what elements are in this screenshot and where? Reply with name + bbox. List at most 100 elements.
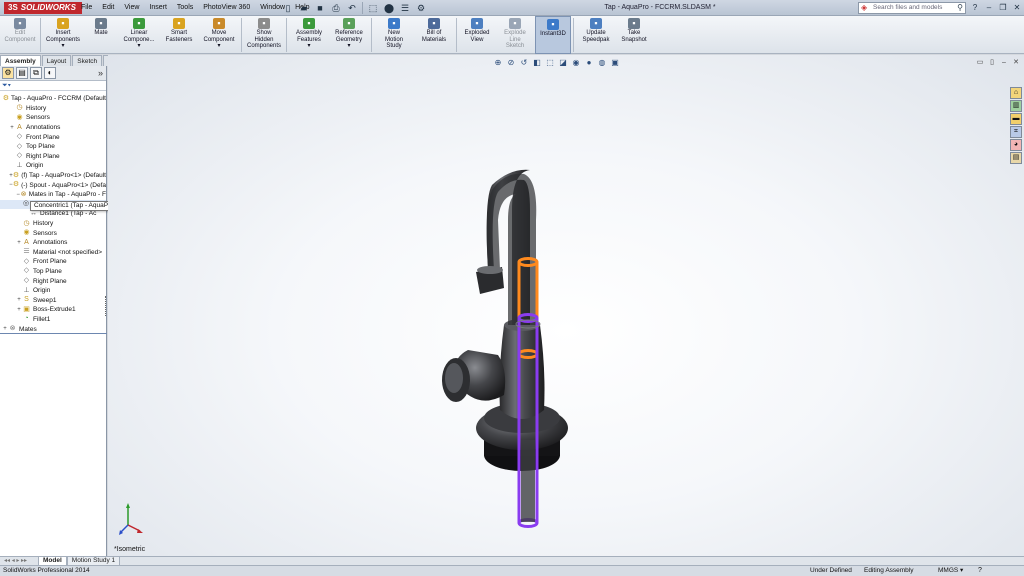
- undo-icon[interactable]: ↶: [346, 2, 358, 14]
- file-properties-icon[interactable]: ☰: [399, 2, 411, 14]
- minimize-button[interactable]: –: [984, 2, 994, 13]
- bill-of-materials-button[interactable]: ▪ Bill of Materials: [414, 16, 454, 54]
- print-icon[interactable]: ⎙: [330, 2, 342, 14]
- tree-item[interactable]: ⊥ Origin: [0, 286, 106, 296]
- tree-item[interactable]: ☰ Material <not specified>: [0, 248, 106, 258]
- display-style-icon[interactable]: ◪: [558, 58, 568, 68]
- feature-manager-tab-icon[interactable]: ⚙: [2, 67, 14, 79]
- tree-item[interactable]: ◉ Sensors: [0, 113, 106, 123]
- mate-button[interactable]: ▪ Mate: [83, 16, 119, 54]
- property-manager-tab-icon[interactable]: ▤: [16, 67, 28, 79]
- close-button[interactable]: ✕: [1012, 2, 1022, 13]
- insert-components-button[interactable]: ▪ Insert Components ▾: [43, 16, 83, 54]
- menu-bar: File Edit View Insert Tools PhotoView 360 Wind…: [76, 0, 315, 16]
- move-component-button[interactable]: ▪ Move Component ▾: [199, 16, 239, 54]
- bottom-tabs: ◂◂ ◂ ▸ ▸▸ Model Motion Study 1: [0, 556, 1024, 566]
- menu-photoview-360[interactable]: PhotoView 360: [198, 0, 255, 16]
- tree-item[interactable]: − ⊗ Mates in Tap - AquaPro - F: [0, 190, 106, 200]
- tree-item[interactable]: + Ѕ Sweep1: [0, 295, 106, 305]
- take-snapshot-button[interactable]: ▪ Take Snapshot: [616, 16, 652, 54]
- units-selector[interactable]: MMGS ▾: [938, 566, 963, 576]
- tree-item[interactable]: ◇ Right Plane: [0, 276, 106, 286]
- search-input[interactable]: ◈ Search files and models ⚲: [858, 2, 966, 14]
- update-speedpak-button[interactable]: ▪ Update Speedpak: [576, 16, 616, 54]
- tree-item[interactable]: ◇ Right Plane: [0, 152, 106, 162]
- menu-file[interactable]: File: [76, 0, 97, 16]
- menu-edit[interactable]: Edit: [97, 0, 119, 16]
- tree-item[interactable]: + ▣ Boss-Extrude1: [0, 305, 106, 315]
- tree-item[interactable]: + A Annotations: [0, 238, 106, 248]
- tree-item[interactable]: ⊥ Origin: [0, 161, 106, 171]
- solidworks-resources-icon[interactable]: ⌂: [1010, 87, 1022, 99]
- previous-view-icon[interactable]: ↺: [519, 58, 529, 68]
- linear-component-button[interactable]: ▪ Linear Compone... ▾: [119, 16, 159, 54]
- tree-item[interactable]: ◇ Top Plane: [0, 267, 106, 277]
- save-icon[interactable]: ■: [314, 2, 326, 14]
- solidworks-logo[interactable]: 3S SOLIDWORKS: [4, 2, 82, 14]
- tree-item[interactable]: ◇ Top Plane: [0, 142, 106, 152]
- tree-item[interactable]: ◇ Front Plane: [0, 132, 106, 142]
- new-motion-study-button[interactable]: ▪ New Motion Study: [374, 16, 414, 54]
- menu-insert[interactable]: Insert: [144, 0, 172, 16]
- assembly-features-button[interactable]: ▪ Assembly Features ▾: [289, 16, 329, 54]
- tab-assembly[interactable]: Assembly: [0, 55, 41, 66]
- tab-layout[interactable]: Layout: [41, 55, 72, 66]
- display-manager-tab-icon[interactable]: ◐: [44, 67, 56, 79]
- apply-scene-icon[interactable]: ◍: [597, 58, 607, 68]
- graphics-area[interactable]: ⊕ ⊘ ↺ ◧ ⬚ ◪ ◉ ● ◍ ▣ ▭ ▯ – ✕ ⌂ ▥ ▬ ⌗ ◕ ▤: [108, 55, 1024, 556]
- options-icon[interactable]: ⚙: [415, 2, 427, 14]
- view-palette-icon[interactable]: ⌗: [1010, 126, 1022, 138]
- tree-item[interactable]: ◔ Fillet1: [0, 315, 106, 325]
- open-folder-icon[interactable]: ▰: [298, 2, 310, 14]
- search-icon[interactable]: ⚲: [957, 3, 963, 13]
- custom-properties-icon[interactable]: ▤: [1010, 152, 1022, 164]
- restore-button[interactable]: ❐: [998, 2, 1008, 13]
- smart-fasteners-button[interactable]: ▪ Smart Fasteners: [159, 16, 199, 54]
- exploded-view-button[interactable]: ▪ Exploded View: [459, 16, 495, 54]
- viewport-close-icon[interactable]: ✕: [1012, 59, 1020, 67]
- reference-geometry-button[interactable]: ▪ Reference Geometry ▾: [329, 16, 369, 54]
- view-orientation-icon[interactable]: ⬚: [545, 58, 555, 68]
- view-settings-icon[interactable]: ▣: [610, 58, 620, 68]
- annotations-icon: A: [24, 238, 29, 246]
- viewport-tile-icon[interactable]: ▯: [988, 59, 996, 67]
- tab-scroll-arrows[interactable]: ◂◂ ◂ ▸ ▸▸: [4, 557, 38, 565]
- tree-item[interactable]: + ⚙ (f) Tap - AquaPro<1> (Default: [0, 171, 106, 181]
- zoom-to-area-icon[interactable]: ⊘: [506, 58, 516, 68]
- design-library-icon[interactable]: ▥: [1010, 100, 1022, 112]
- tree-item[interactable]: ◷ History: [0, 104, 106, 114]
- tree-item[interactable]: ◷ History: [0, 219, 106, 229]
- plane-icon: ◇: [23, 277, 30, 285]
- tree-item[interactable]: + A Annotations: [0, 123, 106, 133]
- tree-item[interactable]: ◉ Sensors: [0, 228, 106, 238]
- panel-splitter[interactable]: [0, 333, 107, 334]
- menu-view[interactable]: View: [119, 0, 144, 16]
- tap-spout-arc: [486, 173, 537, 325]
- edit-component-button[interactable]: ▪ Edit Component: [2, 16, 38, 54]
- zoom-to-fit-icon[interactable]: ⊕: [493, 58, 503, 68]
- chevron-right-icon[interactable]: »: [98, 68, 103, 78]
- tree-filter[interactable]: ⏷▾: [0, 81, 106, 91]
- viewport-minimize-icon[interactable]: –: [1000, 59, 1008, 67]
- tap-3d-model[interactable]: [428, 110, 628, 540]
- appearances-icon[interactable]: ◕: [1010, 139, 1022, 151]
- configuration-manager-tab-icon[interactable]: ⧉: [30, 67, 42, 79]
- menu-tools[interactable]: Tools: [172, 0, 198, 16]
- help-icon[interactable]: ?: [978, 566, 982, 576]
- edit-appearance-icon[interactable]: ●: [584, 58, 594, 68]
- tree-item[interactable]: ⚙ Tap - AquaPro - FCCRM (Default: [0, 94, 106, 104]
- section-view-icon[interactable]: ◧: [532, 58, 542, 68]
- rebuild-icon[interactable]: ⬤: [383, 2, 395, 14]
- viewport-split-icon[interactable]: ▭: [976, 59, 984, 67]
- tab-sketch[interactable]: Sketch: [72, 55, 103, 66]
- hide-show-items-icon[interactable]: ◉: [571, 58, 581, 68]
- select-icon[interactable]: ⬚: [367, 2, 379, 14]
- help-icon[interactable]: ?: [970, 2, 980, 13]
- tree-item[interactable]: − ⚙ (-) Spout - AquaPro<1> (Defa: [0, 180, 106, 190]
- file-explorer-icon[interactable]: ▬: [1010, 113, 1022, 125]
- show-hidden-components-button[interactable]: ▪ Show Hidden Components: [244, 16, 284, 54]
- tree-item[interactable]: ◇ Front Plane: [0, 257, 106, 267]
- new-document-icon[interactable]: ▯: [282, 2, 294, 14]
- explode-line-sketch-button[interactable]: ▪ Explode Line Sketch: [495, 16, 535, 54]
- instant3d-button[interactable]: ▪ Instant3D: [535, 16, 571, 54]
